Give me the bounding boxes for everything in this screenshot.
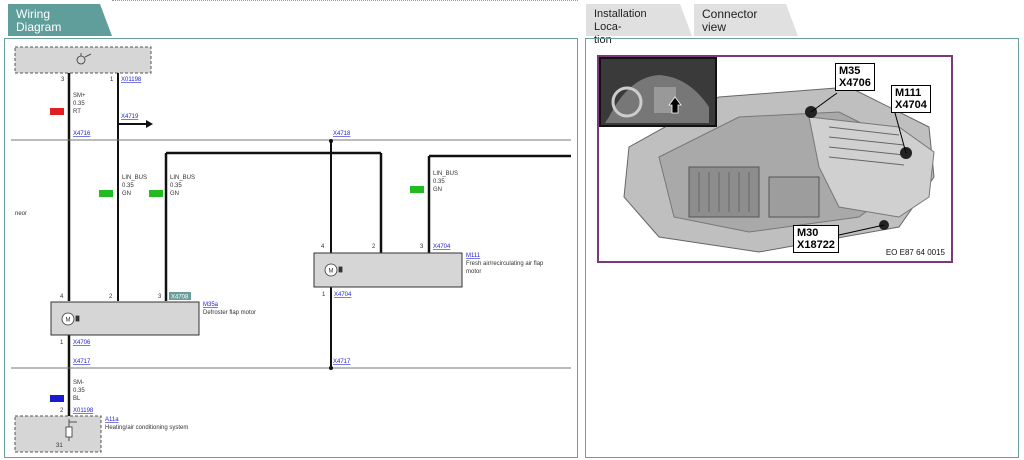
top-pin-left: 3 <box>61 77 65 83</box>
wiring-diagram: 3 1 X01198 SM+ 0.35 RT X4719 X4716 X4718… <box>11 46 571 453</box>
side-label: neor <box>15 211 27 217</box>
m111-pin-4: 4 <box>321 244 325 250</box>
lin3-name: LIN_BUS <box>433 171 458 177</box>
m35a-pin-3: 3 <box>158 294 162 300</box>
svg-text:M: M <box>66 318 71 324</box>
installation-photo: M35 X4706 M111 X4704 M30 X18722 EO E87 6… <box>597 55 953 263</box>
sm-minus-color: BL <box>73 396 81 402</box>
m111-connector-top: X4704 <box>433 244 451 250</box>
wire-color-green-3 <box>410 186 424 193</box>
callout-m35-line1: M35 <box>839 65 861 77</box>
connector-x4718: X4718 <box>333 131 351 137</box>
tab-divider-left <box>112 0 578 2</box>
wire-color-red <box>50 108 64 115</box>
callout-m111-line1: M111 <box>895 87 922 99</box>
tab-wiring-diagram[interactable]: Wiring Diagram <box>8 4 112 36</box>
m111-code: M111 <box>466 253 481 259</box>
top-pin-right: 1 <box>110 77 114 83</box>
lin1-color: GN <box>122 191 131 197</box>
wire-color-blue <box>50 395 64 402</box>
a11a-pin: 31 <box>56 443 63 449</box>
lin2-size: 0.35 <box>170 183 182 189</box>
m35a-pin-4: 4 <box>60 294 64 300</box>
lin3-size: 0.35 <box>433 179 445 185</box>
m35a-pin-2: 2 <box>109 294 113 300</box>
sm-minus-name: SM- <box>73 380 84 386</box>
lin3-color: GN <box>433 187 442 193</box>
connector-x4717-left: X4717 <box>73 359 91 365</box>
callout-m35-line2: X4706 <box>839 77 871 89</box>
m111-connector-bottom: X4704 <box>334 292 352 298</box>
sm-plus-name: SM+ <box>73 93 86 99</box>
svg-text:M: M <box>329 269 334 275</box>
wiring-diagram-panel: 3 1 X01198 SM+ 0.35 RT X4719 X4716 X4718… <box>4 38 578 458</box>
m35a-pin-1: 1 <box>60 340 64 346</box>
bottom-connector-x01198: X01198 <box>73 408 94 414</box>
callout-m30-line1: M30 <box>797 227 819 239</box>
sm-plus-color: RT <box>73 109 81 115</box>
lin2-color: GN <box>170 191 179 197</box>
tab-installation-location[interactable]: Installation Loca- tion <box>586 4 692 46</box>
tab-wiring-label: Wiring Diagram <box>16 7 62 34</box>
wire-color-green-1 <box>99 190 113 197</box>
callout-m35: M35 X4706 <box>835 63 875 91</box>
callout-m30: M30 X18722 <box>793 225 839 253</box>
photo-caption: EO E87 64 0015 <box>885 248 945 257</box>
lin2-name: LIN_BUS <box>170 175 195 181</box>
a11a-name: Heating/air conditioning system <box>105 425 188 431</box>
m111-name-2: motor <box>466 269 481 275</box>
lin1-size: 0.35 <box>122 183 134 189</box>
connector-x4719: X4719 <box>121 114 139 120</box>
m35a-code: M35a <box>203 302 219 308</box>
m111-pin-3: 3 <box>420 244 424 250</box>
m35a-name: Defroster flap motor <box>203 310 256 316</box>
top-component-box <box>14 46 152 74</box>
m111-pin-2: 2 <box>372 244 376 250</box>
arrow-x4719-head <box>146 120 153 128</box>
top-connector-x01198: X01198 <box>121 77 142 83</box>
lin1-name: LIN_BUS <box>122 175 147 181</box>
m111-name-1: Fresh air/recirculating air flap <box>466 261 544 267</box>
callout-m111-line2: X4704 <box>895 99 927 111</box>
a11a-code: A11a <box>105 417 119 423</box>
wire-color-green-2 <box>149 190 163 197</box>
connector-x4716: X4716 <box>73 131 91 137</box>
junction-x4717 <box>329 366 333 370</box>
sm-plus-size: 0.35 <box>73 101 85 107</box>
m35a-badge: X4708 <box>171 295 189 301</box>
connector-x4717-right: X4717 <box>333 359 351 365</box>
callout-m30-line2: X18722 <box>797 239 835 251</box>
bottom-pin: 2 <box>60 408 64 414</box>
tab-connector-label: Connector view <box>702 7 758 34</box>
m35a-connector: X4706 <box>73 340 91 346</box>
junction-x4718 <box>329 139 333 143</box>
callout-m111: M111 X4704 <box>891 85 931 113</box>
sm-minus-size: 0.35 <box>73 388 85 394</box>
tab-connector-view[interactable]: Connector view <box>694 4 798 36</box>
m111-pin-1: 1 <box>322 292 326 298</box>
